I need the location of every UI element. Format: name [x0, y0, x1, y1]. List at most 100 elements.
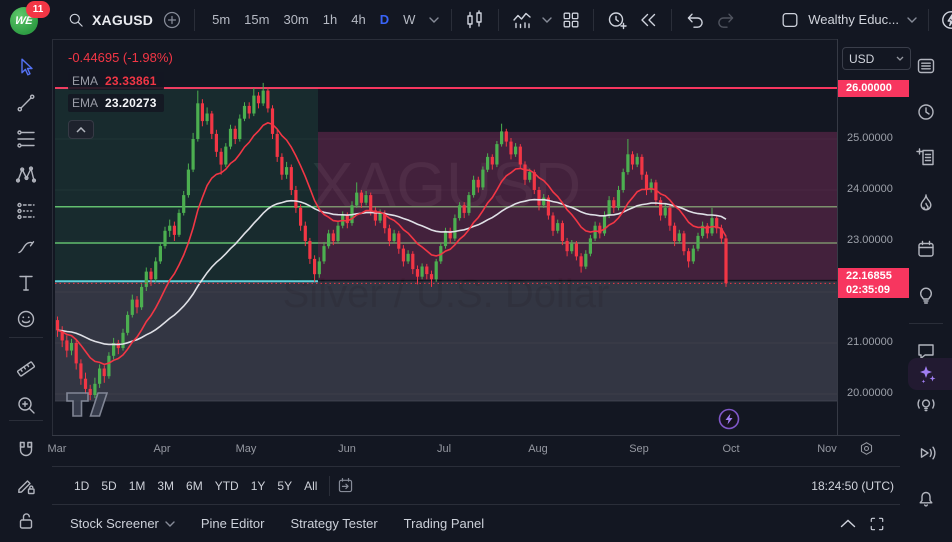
legend-collapse-button[interactable] — [68, 120, 94, 139]
hotlists-flame-icon[interactable] — [900, 185, 952, 221]
panel-stock-screener[interactable]: Stock Screener — [70, 516, 175, 531]
top-toolbar: WE 11 XAGUSD 5m 15m 30m 1h 4h D W Wealth… — [0, 0, 952, 40]
collapse-panel-icon[interactable] — [840, 519, 856, 528]
brush-icon[interactable] — [0, 230, 52, 264]
compare-add-icon[interactable] — [162, 10, 182, 30]
ema-slow-legend[interactable]: EMA 23.20273 — [68, 94, 164, 112]
separator — [451, 8, 453, 31]
price-tick-23: 23.00000 — [847, 234, 893, 246]
month-label-Jun: Jun — [338, 443, 356, 455]
text-tool-icon[interactable] — [0, 266, 52, 300]
notifications-bell-icon[interactable] — [900, 479, 952, 515]
chevron-down-icon[interactable] — [429, 16, 440, 23]
zoom-in-icon[interactable] — [0, 388, 52, 422]
month-label-Aug: Aug — [528, 443, 548, 455]
range-YTD[interactable]: YTD — [209, 475, 245, 497]
axis-settings-gear-icon[interactable] — [858, 440, 875, 457]
timeframe-30m[interactable]: 30m — [278, 9, 313, 30]
bottom-panel-bar: Stock Screener Pine Editor Strategy Tester… — [52, 504, 900, 542]
timeframe-4h[interactable]: 4h — [346, 9, 370, 30]
indicators-icon[interactable] — [511, 9, 533, 31]
timeframe-W[interactable]: W — [398, 9, 420, 30]
chart-canvas[interactable]: XAGUSDSilver / U.S. Dollar -0.44695 (-1.… — [55, 39, 837, 435]
range-1D[interactable]: 1D — [68, 475, 95, 497]
fullscreen-icon[interactable] — [868, 515, 886, 533]
chart-region: XAGUSDSilver / U.S. Dollar -0.44695 (-1.… — [48, 39, 911, 542]
chevron-down-icon[interactable] — [542, 16, 553, 23]
tradingview-logo — [66, 392, 109, 417]
app-logo[interactable]: WE 11 — [10, 0, 50, 36]
timeframe-D[interactable]: D — [375, 9, 394, 30]
timeframe-15m[interactable]: 15m — [239, 9, 274, 30]
range-6M[interactable]: 6M — [180, 475, 209, 497]
drawing-toolbar — [0, 39, 53, 542]
chart-style-candles-icon[interactable] — [464, 9, 486, 31]
search-icon — [67, 11, 85, 29]
month-label-Oct: Oct — [722, 443, 740, 455]
toolbar-divider — [9, 420, 43, 421]
magnet-icon[interactable] — [0, 433, 52, 467]
price-tick-20: 20.00000 — [847, 387, 893, 399]
month-label-Apr: Apr — [153, 443, 171, 455]
session-clock[interactable]: 18:24:50 (UTC) — [811, 479, 894, 493]
currency-dropdown[interactable]: USD — [842, 47, 911, 70]
month-label-Nov: Nov — [817, 443, 837, 455]
sidebar-divider — [909, 323, 943, 324]
forecast-icon[interactable] — [0, 194, 52, 228]
range-1M[interactable]: 1M — [123, 475, 152, 497]
range-1Y[interactable]: 1Y — [245, 475, 272, 497]
trend-line-icon[interactable] — [0, 86, 52, 120]
range-All[interactable]: All — [298, 475, 323, 497]
timeframe-5m[interactable]: 5m — [207, 9, 235, 30]
redo-icon[interactable] — [715, 9, 737, 31]
undo-icon[interactable] — [684, 9, 706, 31]
time-axis[interactable]: Mar Apr May Jun Jul Aug Sep Oct Nov — [48, 435, 900, 467]
range-5D[interactable]: 5D — [95, 475, 122, 497]
notes-add-icon[interactable] — [900, 139, 952, 175]
reaction-badge — [718, 408, 740, 430]
fib-retracement-icon[interactable] — [0, 122, 52, 156]
range-3M[interactable]: 3M — [151, 475, 180, 497]
bar-replay-icon[interactable] — [637, 9, 659, 31]
notification-count-badge[interactable]: 11 — [26, 0, 50, 18]
price-axis[interactable]: USD 26.00000 25.00000 24.00000 23.00000 21.0… — [837, 39, 911, 435]
month-label-Mar: Mar — [47, 443, 67, 455]
emoji-icon[interactable] — [0, 302, 52, 336]
ruler-icon[interactable] — [0, 352, 52, 386]
timeframe-1h[interactable]: 1h — [318, 9, 342, 30]
separator — [194, 8, 196, 31]
toolbar-divider — [9, 337, 43, 338]
xabcd-pattern-icon[interactable] — [0, 158, 52, 192]
calendar-icon[interactable] — [900, 231, 952, 267]
symbol-name: XAGUSD — [92, 11, 154, 28]
go-to-date-icon[interactable] — [336, 476, 355, 495]
panel-pine-editor[interactable]: Pine Editor — [201, 516, 265, 531]
save-layout-icon[interactable] — [780, 10, 800, 30]
separator — [498, 8, 500, 31]
price-tick-26: 26.00000 — [838, 79, 909, 97]
panel-strategy-tester[interactable]: Strategy Tester — [290, 516, 377, 531]
current-price-badge: 22.16855 02:35:09 — [838, 268, 909, 299]
chart-legend: -0.44695 (-1.98%) EMA 23.33861 EMA 23.20… — [68, 50, 173, 116]
symbol-search[interactable]: XAGUSD — [67, 11, 153, 29]
alert-plus-icon[interactable] — [606, 9, 628, 31]
live-ideas-bulb-icon[interactable] — [900, 386, 952, 422]
bar-countdown: 02:35:09 — [846, 284, 891, 297]
price-tick-25: 25.00000 — [847, 132, 893, 144]
chevron-down-icon — [896, 56, 904, 61]
chevron-down-icon[interactable] — [907, 16, 917, 23]
lock-all-icon[interactable] — [0, 504, 52, 538]
drawing-lock-icon[interactable] — [0, 469, 52, 503]
streams-play-icon[interactable] — [900, 435, 952, 471]
panel-trading-panel[interactable]: Trading Panel — [404, 516, 484, 531]
cursor-icon[interactable] — [0, 50, 52, 84]
separator — [671, 8, 673, 31]
quick-actions-flash-icon[interactable] — [940, 9, 952, 31]
price-change: -0.44695 (-1.98%) — [68, 50, 173, 65]
price-tick-24: 24.00000 — [847, 183, 893, 195]
ema-fast-legend[interactable]: EMA 23.33861 — [68, 72, 164, 90]
alerts-clock-icon[interactable] — [900, 94, 952, 130]
layout-grid-icon[interactable] — [561, 10, 581, 30]
range-5Y[interactable]: 5Y — [271, 475, 298, 497]
layout-name[interactable]: Wealthy Educ... — [808, 12, 899, 27]
